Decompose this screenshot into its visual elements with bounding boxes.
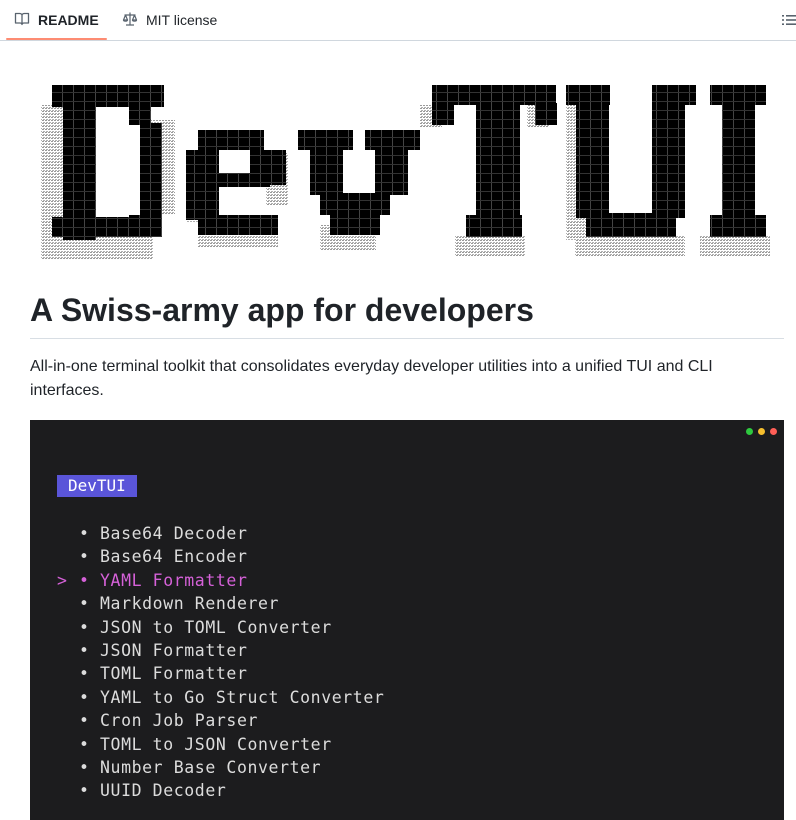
tool-menu-item[interactable]: • Base64 Encoder — [57, 545, 384, 568]
devtui-banner — [30, 75, 784, 265]
tab-readme[interactable]: README — [14, 0, 99, 40]
list-unordered-icon — [780, 15, 796, 34]
scale-icon — [122, 11, 146, 30]
tool-menu-item-label: Base64 Encoder — [100, 547, 248, 567]
tool-menu-item[interactable]: • UUID Decoder — [57, 779, 384, 802]
bullet: • — [79, 617, 90, 637]
tool-menu-item-label: JSON to TOML Converter — [100, 617, 332, 637]
file-tabbar: README MIT license — [0, 0, 796, 41]
bullet: • — [79, 781, 90, 801]
tool-menu-item-label: UUID Decoder — [100, 781, 227, 801]
window-dot-green — [746, 428, 753, 435]
tool-menu-item-label: Number Base Converter — [100, 757, 322, 777]
tool-menu-item-label: Base64 Decoder — [100, 524, 248, 543]
tool-menu-item[interactable]: • TOML Formatter — [57, 662, 384, 685]
tool-menu-item[interactable]: > • YAML Formatter — [57, 569, 384, 592]
tool-menu-item[interactable]: • Number Base Converter — [57, 756, 384, 779]
bullet: • — [79, 687, 90, 707]
tool-menu-item[interactable]: • Cron Job Parser — [57, 709, 384, 732]
tool-menu-item-label: TOML Formatter — [100, 664, 248, 684]
outline-button[interactable] — [780, 10, 796, 30]
page-heading: A Swiss-army app for developers — [30, 292, 534, 328]
tool-menu-item-label: YAML to Go Struct Converter — [100, 687, 385, 707]
bullet: • — [79, 734, 90, 754]
tool-menu-item[interactable]: • Base64 Decoder — [57, 522, 384, 545]
tool-menu-item[interactable]: • TOML to JSON Converter — [57, 733, 384, 756]
tool-menu-item[interactable]: • JSON Formatter — [57, 639, 384, 662]
project-description: All-in-one terminal toolkit that consoli… — [30, 358, 713, 399]
tool-menu: • Base64 Decoder • Base64 Encoder > • YAML For… — [57, 522, 384, 803]
tool-menu-item-label: JSON Formatter — [100, 640, 248, 660]
tool-menu-item-label: YAML Formatter — [100, 570, 248, 590]
active-tab-indicator — [6, 38, 107, 40]
tab-readme-label: README — [38, 12, 99, 28]
bullet: • — [79, 570, 90, 590]
tab-license[interactable]: MIT license — [122, 0, 217, 40]
devtui-logo-art — [41, 85, 770, 259]
window-dot-red — [770, 428, 777, 435]
bullet: • — [79, 640, 90, 660]
book-icon — [14, 11, 38, 30]
terminal-preview: DevTUI • Base64 Decoder • Base64 Encoder > • Y… — [30, 420, 784, 820]
bullet: • — [79, 711, 90, 731]
bullet: • — [79, 664, 90, 684]
tool-menu-item-label: Markdown Renderer — [100, 594, 280, 614]
selection-cursor: > — [57, 570, 68, 590]
bullet: • — [79, 547, 90, 567]
tool-menu-item[interactable]: • JSON to TOML Converter — [57, 616, 384, 639]
bullet: • — [79, 594, 90, 614]
tool-menu-item-label: Cron Job Parser — [100, 711, 259, 731]
tool-menu-item[interactable]: • Markdown Renderer — [57, 592, 384, 615]
heading-divider — [30, 338, 784, 339]
window-dot-yellow — [758, 428, 765, 435]
bullet: • — [79, 524, 90, 543]
tool-menu-item[interactable]: • YAML to Go Struct Converter — [57, 686, 384, 709]
bullet: • — [79, 757, 90, 777]
tool-menu-item-label: TOML to JSON Converter — [100, 734, 332, 754]
terminal-app-title: DevTUI — [57, 475, 137, 497]
tab-license-label: MIT license — [146, 12, 218, 28]
